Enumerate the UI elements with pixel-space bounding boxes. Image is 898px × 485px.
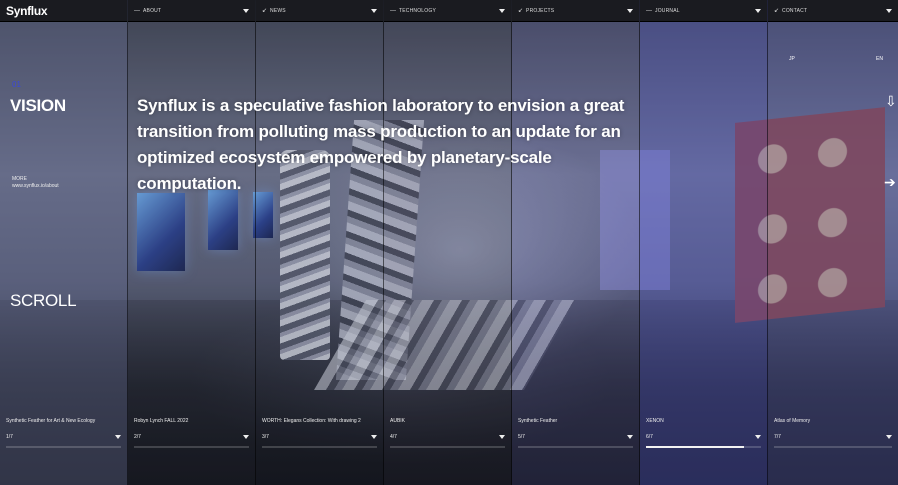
hero-headline: Synflux is a speculative fashion laborat… [137,96,625,193]
slide-footer: Synthetic Feather for Art & New Ecology … [6,418,121,448]
nav-item-projects[interactable]: ↙ PROJECTS [512,0,639,22]
arrow-icon: ↙ [774,8,780,14]
column-about: — ABOUT Robyn Lynch FALL 2022 2/7 [128,0,256,485]
slide-title: WORTH: Elegans Collection: With drawing … [262,418,361,424]
slide-title: Atlas of Memory [774,418,811,424]
nav-label: ABOUT [143,7,162,14]
arrow-icon: ↙ [518,8,524,14]
nav-label: CONTACT [782,7,808,14]
column-journal: — JOURNAL XENON 6/7 [640,0,768,485]
caret-down-icon [627,435,633,439]
caret-down-icon [499,435,505,439]
slide-selector[interactable]: 6/7 [646,434,761,440]
nav-item-technology[interactable]: — TECHNOLOGY [384,0,511,22]
column-grid: Synflux 01 VISION MORE www.synflux.io/ab… [0,0,898,485]
down-arrow-icon[interactable]: ⇩ [885,93,897,110]
arrow-icon: — [390,7,396,14]
slide-footer: WORTH: Elegans Collection: With drawing … [262,418,377,448]
slide-footer: Atlas of Memory 7/7 [774,418,892,448]
nav-label: JOURNAL [655,7,680,14]
caret-down-icon [886,8,892,13]
caret-down-icon [499,8,505,13]
nav-item-about[interactable]: — ABOUT [128,0,255,22]
section-title: VISION [10,96,66,115]
slide-counter: 5/7 [518,434,525,440]
caret-down-icon [371,8,377,13]
slide-progress-track [774,446,892,448]
arrow-icon: — [134,7,140,14]
caret-down-icon [755,435,761,439]
arrow-icon: — [646,7,652,14]
slide-progress-track [6,446,121,448]
slide-title: AUBIK [390,418,406,424]
slide-progress-track [134,446,249,448]
page: Synflux 01 VISION MORE www.synflux.io/ab… [0,0,898,485]
slide-counter: 1/7 [6,434,13,440]
caret-down-icon [886,435,892,439]
language-en-link[interactable]: EN [876,56,883,62]
nav-item-journal[interactable]: — JOURNAL [640,0,767,22]
slide-selector[interactable]: 7/7 [774,434,892,440]
more-block: MORE www.synflux.io/about [12,176,59,190]
slide-counter: 4/7 [390,434,397,440]
nav-label: TECHNOLOGY [399,7,437,14]
caret-down-icon [371,435,377,439]
scroll-label: SCROLL [10,291,77,310]
slide-title: XENON [646,418,664,424]
slide-selector[interactable]: 1/7 [6,434,121,440]
language-jp-link[interactable]: JP [789,56,795,62]
slide-counter: 2/7 [134,434,141,440]
slide-title: Robyn Lynch FALL 2022 [134,418,189,424]
slide-counter: 7/7 [774,434,781,440]
slide-progress-track [646,446,761,448]
slide-title: Synthetic Feather [518,418,558,424]
section-index: 01 [12,80,21,89]
slide-footer: AUBIK 4/7 [390,418,505,448]
slide-footer: XENON 6/7 [646,418,761,448]
column-technology: — TECHNOLOGY AUBIK 4/7 [384,0,512,485]
slide-progress-track [262,446,377,448]
slide-selector[interactable]: 3/7 [262,434,377,440]
nav-label: NEWS [270,7,286,14]
caret-down-icon [243,8,249,13]
slide-footer: Robyn Lynch FALL 2022 2/7 [134,418,249,448]
logo-header[interactable]: Synflux [0,0,127,22]
slide-progress-track [518,446,633,448]
caret-down-icon [243,435,249,439]
slide-selector[interactable]: 2/7 [134,434,249,440]
slide-selector[interactable]: 4/7 [390,434,505,440]
slide-selector[interactable]: 5/7 [518,434,633,440]
caret-down-icon [115,435,121,439]
column-news: ↙ NEWS WORTH: Elegans Collection: With d… [256,0,384,485]
column-home: Synflux 01 VISION MORE www.synflux.io/ab… [0,0,128,485]
slide-progress-track [390,446,505,448]
column-projects: ↙ PROJECTS Synthetic Feather 5/7 [512,0,640,485]
caret-down-icon [627,8,633,13]
caret-down-icon [755,8,761,13]
more-label: MORE [12,176,27,182]
arrow-icon: ↙ [262,8,268,14]
right-arrow-icon[interactable]: ➔ [884,174,896,191]
about-link[interactable]: www.synflux.io/about [12,183,59,189]
nav-label: PROJECTS [526,7,555,14]
nav-item-news[interactable]: ↙ NEWS [256,0,383,22]
slide-footer: Synthetic Feather 5/7 [518,418,633,448]
slide-counter: 3/7 [262,434,269,440]
column-contact: ↙ CONTACT Atlas of Memory 7/7 [768,0,898,485]
nav-item-contact[interactable]: ↙ CONTACT [768,0,898,22]
synflux-logo[interactable]: Synflux [6,4,48,18]
slide-counter: 6/7 [646,434,653,440]
slide-title: Synthetic Feather for Art & New Ecology [6,418,96,424]
slide-progress-fill [646,446,744,448]
